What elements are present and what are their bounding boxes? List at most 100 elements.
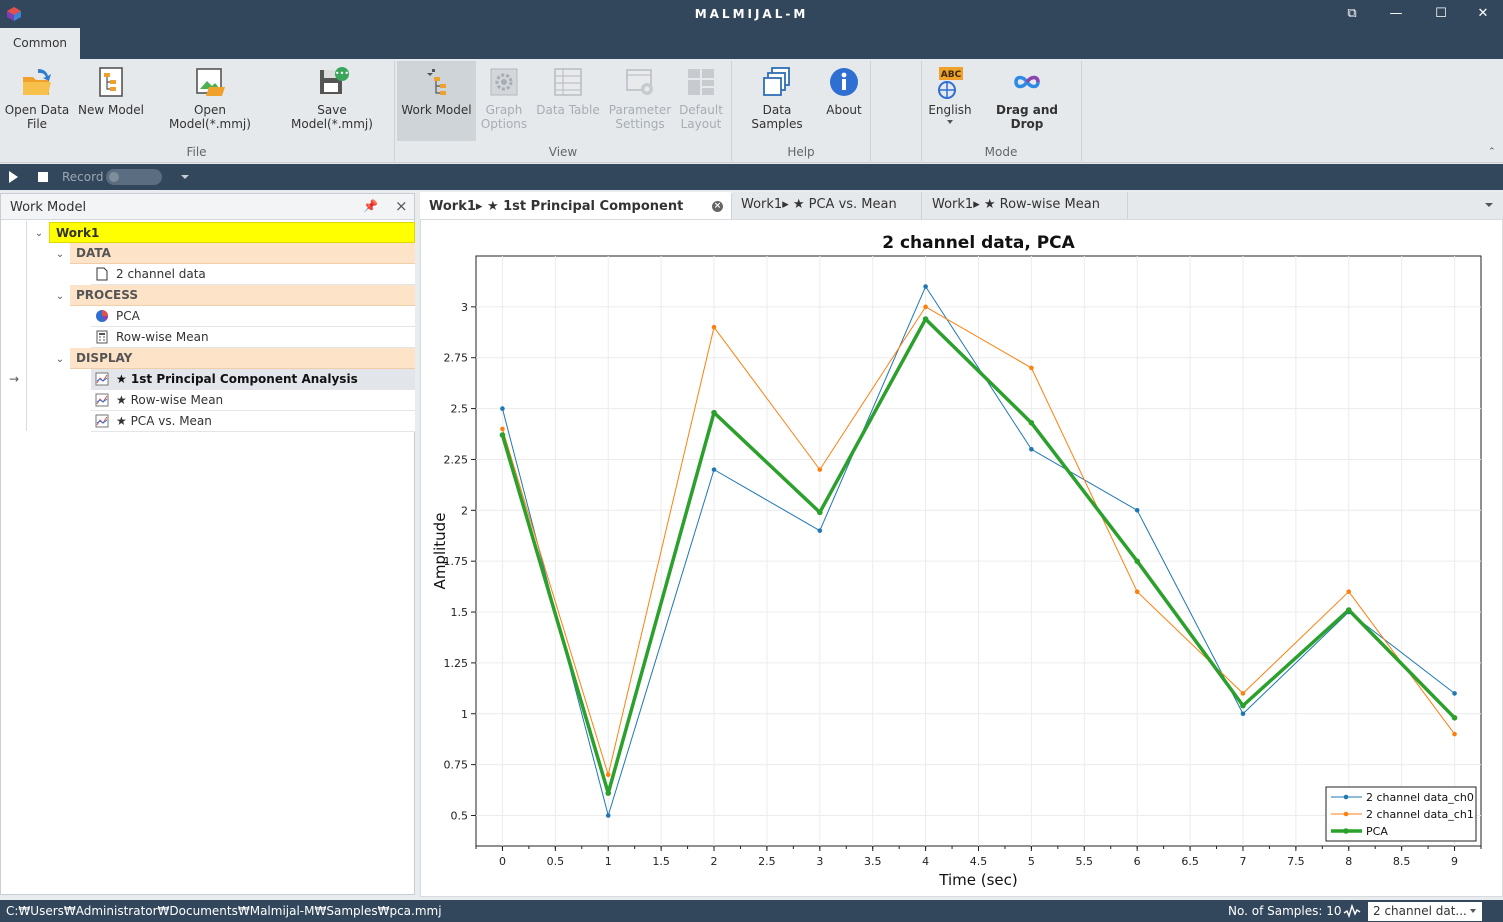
x-tick-label: 2.5 <box>758 855 776 868</box>
y-axis-label: Amplitude <box>431 513 449 590</box>
stop-button[interactable] <box>38 172 48 182</box>
x-tick-label: 8 <box>1345 855 1352 868</box>
x-tick-label: 9 <box>1451 855 1458 868</box>
tab-label: Work1▸ ★ Row-wise Mean <box>932 197 1100 212</box>
toggle-knob <box>109 172 119 182</box>
x-tick-label: 6.5 <box>1181 855 1199 868</box>
work-model-panel: Work Model 📌 × ⌄ Work1 ⌄ DATA 2 channel … <box>0 193 415 895</box>
data-table-button[interactable]: Data Table <box>534 61 602 141</box>
new-model-icon <box>99 67 123 97</box>
ribbon-tab-common[interactable]: Common <box>0 28 80 59</box>
ribbon-tab-strip: Common <box>0 28 1503 59</box>
close-panel-icon[interactable]: × <box>395 197 408 215</box>
series-point-2 <box>922 316 929 322</box>
series-point-2 <box>605 790 612 796</box>
tab-list-dropdown-icon[interactable] <box>1485 203 1493 207</box>
tree-item-pca-vs-mean[interactable]: ★ PCA vs. Mean <box>91 411 415 432</box>
open-model-button[interactable]: Open Model(*.mmj) <box>152 61 268 141</box>
collapse-ribbon-icon[interactable]: ⌃ <box>1488 147 1496 157</box>
ribbon-separator <box>394 61 395 161</box>
data-samples-button[interactable]: Data Samples <box>736 61 818 141</box>
graph-options-button[interactable]: Graph Options <box>478 61 530 141</box>
legend-label-0: 2 channel data_ch0 <box>1366 791 1474 804</box>
tree-group-display[interactable]: DISPLAY <box>70 348 415 369</box>
tab-row-wise-mean[interactable]: Work1▸ ★ Row-wise Mean <box>923 192 1128 219</box>
series-point-0 <box>1029 446 1034 452</box>
series-point-1 <box>500 426 505 432</box>
x-tick-label: 1.5 <box>652 855 670 868</box>
work-model-icon <box>426 69 446 95</box>
tree-item-label: ★ 1st Principal Component Analysis <box>116 372 358 386</box>
close-button[interactable]: ✕ <box>1471 4 1495 24</box>
y-tick-label: 2.75 <box>444 352 469 365</box>
x-tick-label: 4.5 <box>970 855 988 868</box>
parameter-settings-button[interactable]: Parameter Settings <box>606 61 674 141</box>
about-button[interactable]: About <box>822 61 866 141</box>
tree-item-1st-principal-component-analysis[interactable]: ★ 1st Principal Component Analysis <box>91 369 415 390</box>
channel-select[interactable]: 2 channel dat... <box>1368 902 1482 921</box>
window-title: MALMIJAL-M <box>694 7 809 21</box>
work-model-button[interactable]: Work Model <box>397 61 476 141</box>
pin-icon[interactable]: 📌 <box>363 199 378 213</box>
collapse-display[interactable]: ⌄ <box>53 349 71 370</box>
current-item-arrow-icon: → <box>9 372 20 386</box>
restore-layout-icon[interactable]: ⧉ <box>1340 4 1364 24</box>
info-icon <box>830 68 858 96</box>
x-tick-label: 3.5 <box>864 855 882 868</box>
new-model-button[interactable]: New Model <box>76 61 146 141</box>
minimize-button[interactable]: — <box>1384 4 1408 24</box>
graph-options-gear-icon <box>490 68 518 96</box>
x-tick-label: 6 <box>1134 855 1141 868</box>
save-model-button[interactable]: ••• Save Model(*.mmj) <box>275 61 389 141</box>
tree-item-label: ★ PCA vs. Mean <box>116 414 212 428</box>
collapse-process[interactable]: ⌄ <box>53 286 71 307</box>
open-model-label: Open Model(*.mmj) <box>169 103 251 131</box>
abc-badge-text: ABC <box>941 70 962 80</box>
maximize-button[interactable]: ☐ <box>1429 4 1453 24</box>
x-tick-label: 3 <box>816 855 823 868</box>
tab-label: Work1▸ ★ PCA vs. Mean <box>741 197 897 212</box>
close-tab-icon[interactable]: × <box>712 201 723 212</box>
play-button[interactable] <box>9 171 18 183</box>
tree-root-work1[interactable]: Work1 <box>49 222 415 243</box>
language-globe-icon: ABC <box>938 67 963 99</box>
series-point-2 <box>1240 702 1246 709</box>
tree-item-row-wise-mean-display[interactable]: ★ Row-wise Mean <box>91 390 415 411</box>
x-tick-label: 5.5 <box>1076 855 1094 868</box>
tree-item-label: 2 channel data <box>116 267 206 281</box>
record-dropdown-icon[interactable] <box>181 175 189 179</box>
y-tick-label: 1.5 <box>451 606 469 619</box>
language-dropdown[interactable]: ABC English <box>926 61 974 141</box>
open-data-file-button[interactable]: Open Data File <box>4 61 70 141</box>
language-label: English <box>928 103 972 117</box>
ribbon-group-mode: Mode <box>984 145 1018 159</box>
series-point-0 <box>1452 691 1457 696</box>
tab-pca-vs-mean[interactable]: Work1▸ ★ PCA vs. Mean <box>732 192 922 219</box>
y-tick-label: 0.75 <box>444 759 469 772</box>
tree-item-row-wise-mean[interactable]: Row-wise Mean <box>91 327 415 348</box>
line-chart[interactable]: 0 0.5 1 1.5 2 2.5 3 3.5 4 4.5 5 5.5 6 6.5 7 7.5 8 8.5 9 0.5… <box>421 220 1502 896</box>
series-point-2 <box>711 409 717 416</box>
tree-item-pca[interactable]: PCA <box>91 306 415 327</box>
series-point-1 <box>1134 589 1140 594</box>
default-layout-button[interactable]: Default Layout <box>676 61 726 141</box>
tab-1st-principal-component-analysis[interactable]: Work1▸ ★ 1st Principal Component Analysi… <box>420 192 732 240</box>
record-toolbar: Record <box>0 164 1503 190</box>
tree-item-2-channel-data[interactable]: 2 channel data <box>91 264 415 285</box>
ribbon-separator <box>921 61 922 161</box>
ribbon-group-file: File <box>186 145 207 159</box>
y-tick-label: 2 <box>461 504 468 517</box>
ribbon-separator <box>870 61 871 161</box>
tree-group-data[interactable]: DATA <box>70 243 415 264</box>
calculator-icon <box>96 330 108 344</box>
record-toggle[interactable] <box>106 169 162 185</box>
drag-and-drop-button[interactable]: Drag and Drop <box>978 61 1076 141</box>
work-model-label: Work Model <box>401 103 472 117</box>
legend-marker-1 <box>1343 811 1349 817</box>
x-tick-label: 8.5 <box>1393 855 1411 868</box>
channel-select-value: 2 channel dat... <box>1373 904 1467 918</box>
collapse-work1[interactable]: ⌄ <box>31 223 49 244</box>
collapse-data[interactable]: ⌄ <box>53 244 71 265</box>
tree-group-process[interactable]: PROCESS <box>70 285 415 306</box>
series-point-0 <box>817 528 823 533</box>
